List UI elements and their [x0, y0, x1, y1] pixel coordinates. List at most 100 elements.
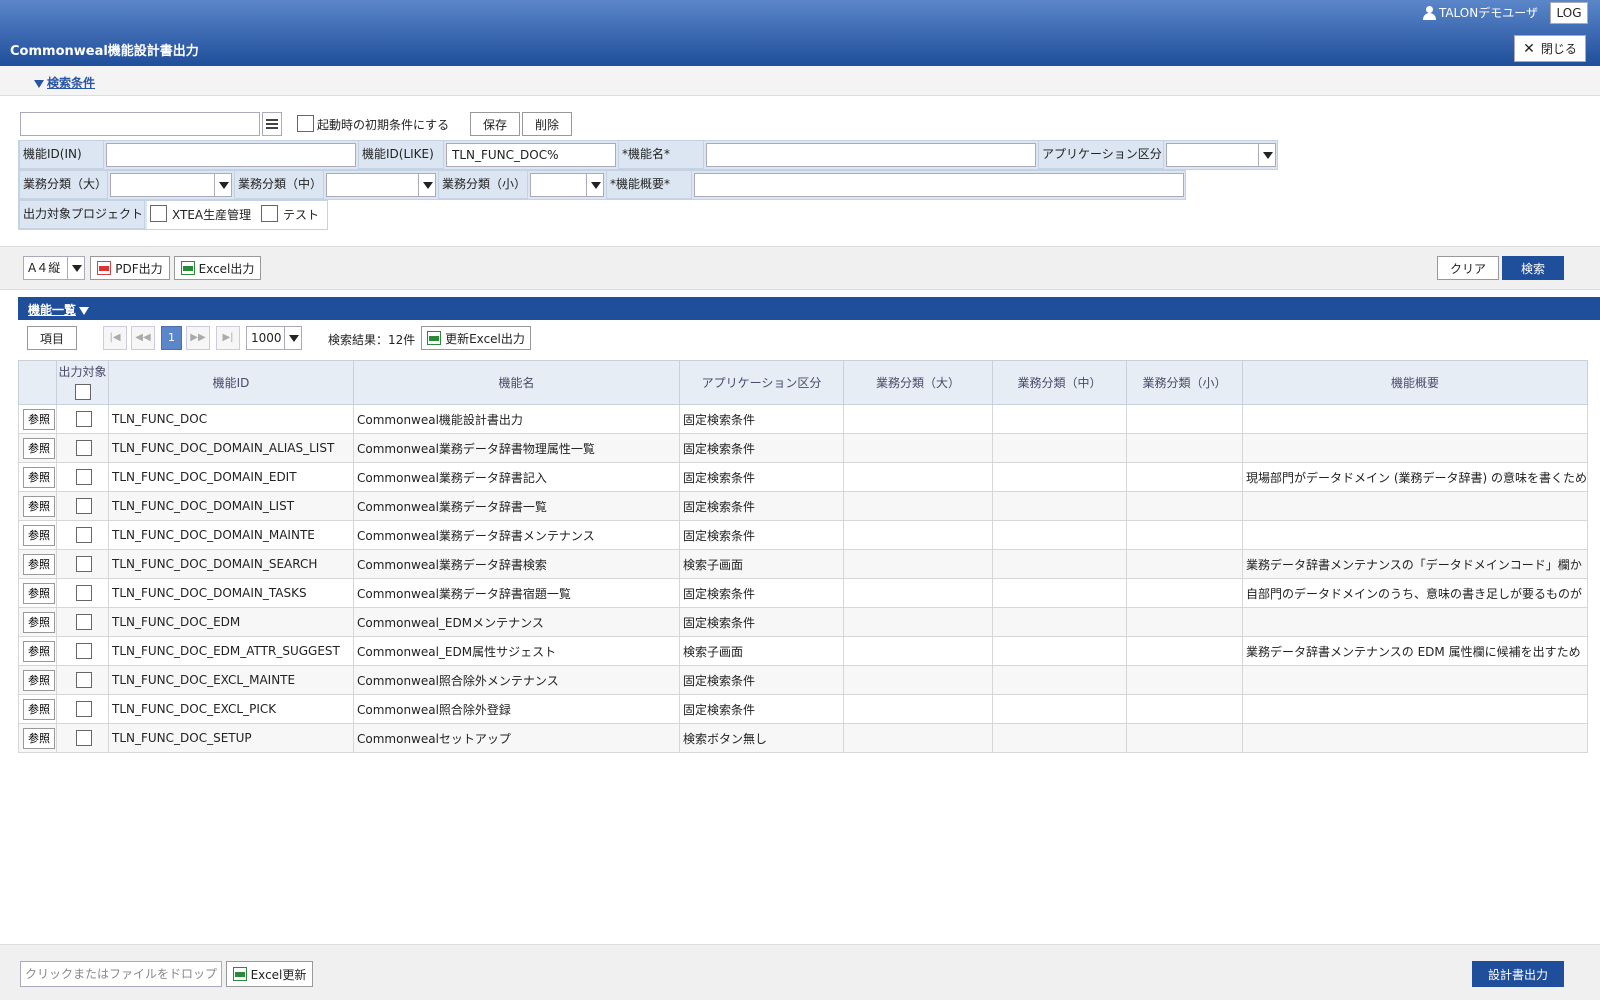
footer-bar: クリックまたはファイルをドロップ Excel更新 設計書出力 [0, 944, 1600, 1000]
func-name-cell: Commonweal業務データ辞書物理属性一覧 [353, 433, 680, 463]
app-class-cell: 固定検索条件 [679, 694, 844, 724]
first-page-icon[interactable]: |◀ [103, 326, 127, 350]
saved-condition-list-icon[interactable] [262, 112, 282, 136]
ref-button[interactable]: 参照 [23, 640, 55, 662]
output-cell [56, 694, 109, 724]
app-class-select[interactable] [1166, 143, 1276, 167]
chevron-down-icon [418, 174, 435, 196]
row-checkbox[interactable] [76, 701, 92, 717]
next-page-icon[interactable]: ▶▶ [186, 326, 210, 350]
summary-column-header[interactable]: 機能概要 [1242, 360, 1588, 405]
ref-button[interactable]: 参照 [23, 698, 55, 720]
pdf-output-button[interactable]: PDF出力 [90, 256, 170, 280]
row-checkbox[interactable] [76, 730, 92, 746]
close-label: 閉じる [1540, 42, 1577, 56]
row-checkbox[interactable] [76, 527, 92, 543]
summary-cell [1242, 694, 1588, 724]
row-checkbox[interactable] [76, 614, 92, 630]
func-id-in-input[interactable] [106, 143, 356, 167]
excel-output-button[interactable]: Excel出力 [174, 256, 261, 280]
row-checkbox[interactable] [76, 556, 92, 572]
row-checkbox[interactable] [76, 585, 92, 601]
ref-button[interactable]: 参照 [23, 466, 55, 488]
row-checkbox[interactable] [76, 469, 92, 485]
app-class-column-header[interactable]: アプリケーション区分 [679, 360, 844, 405]
func-id-cell: TLN_FUNC_DOC_DOMAIN_EDIT [108, 462, 354, 492]
row-checkbox[interactable] [76, 411, 92, 427]
row-checkbox[interactable] [76, 440, 92, 456]
prev-page-icon[interactable]: ◀◀ [131, 326, 155, 350]
delete-button[interactable]: 削除 [522, 112, 572, 136]
excel-icon [180, 261, 195, 275]
page-size-select[interactable]: 1000 [246, 326, 302, 350]
summary-cell [1242, 723, 1588, 753]
search-conditions-toggle[interactable]: 検索条件 [34, 74, 95, 91]
logout-button[interactable]: LOG [1550, 2, 1588, 24]
biz-mid-cell [992, 694, 1127, 724]
current-page[interactable]: 1 [161, 326, 182, 350]
last-page-icon[interactable]: ▶| [216, 326, 240, 350]
clear-button[interactable]: クリア [1437, 256, 1499, 280]
row-checkbox[interactable] [76, 672, 92, 688]
ref-button[interactable]: 参照 [23, 553, 55, 575]
collapse-triangle-icon [34, 79, 44, 88]
excel-icon [427, 331, 442, 345]
func-name-column-header[interactable]: 機能名 [353, 360, 680, 405]
result-count: 検索結果：12件 [328, 333, 416, 347]
biz-large-column-header[interactable]: 業務分類（大） [843, 360, 993, 405]
app-class-label: アプリケーション区分 [1038, 140, 1164, 169]
search-button[interactable]: 検索 [1502, 256, 1564, 280]
ref-button[interactable]: 参照 [23, 669, 55, 691]
output-column-header: 出力対象 [56, 360, 109, 405]
project-checkbox-xtea[interactable] [150, 205, 167, 222]
biz-small-select[interactable] [530, 173, 604, 197]
ref-button[interactable]: 参照 [23, 524, 55, 546]
ref-button[interactable]: 参照 [23, 495, 55, 517]
startup-default-checkbox[interactable] [297, 115, 314, 132]
func-id-cell: TLN_FUNC_DOC_EXCL_PICK [108, 694, 354, 724]
func-id-like-input[interactable]: TLN_FUNC_DOC% [446, 143, 616, 167]
func-id-cell: TLN_FUNC_DOC_EXCL_MAINTE [108, 665, 354, 695]
ref-cell: 参照 [18, 607, 57, 637]
ref-button[interactable]: 参照 [23, 611, 55, 633]
func-summary-label: *機能概要* [606, 170, 692, 199]
output-cell [56, 491, 109, 521]
function-list-toggle[interactable]: 機能一覧 [28, 301, 90, 318]
select-all-checkbox[interactable] [74, 384, 91, 400]
excel-update-button[interactable]: Excel更新 [226, 961, 313, 987]
biz-mid-column-header[interactable]: 業務分類（中） [992, 360, 1127, 405]
row-checkbox[interactable] [76, 643, 92, 659]
paper-size-select[interactable]: A４縦 [23, 256, 85, 280]
summary-cell: 業務データ辞書メンテナンスの EDM 属性欄に候補を出すため [1242, 636, 1588, 666]
output-cell [56, 723, 109, 753]
func-name-cell: Commonweal業務データ辞書一覧 [353, 491, 680, 521]
biz-mid-select[interactable] [326, 173, 436, 197]
close-button[interactable]: ✕ 閉じる [1514, 35, 1586, 62]
func-name-input[interactable] [706, 143, 1036, 167]
ref-button[interactable]: 参照 [23, 727, 55, 749]
func-id-column-header[interactable]: 機能ID [108, 360, 354, 405]
file-drop-zone[interactable]: クリックまたはファイルをドロップ [20, 961, 222, 987]
save-button[interactable]: 保存 [470, 112, 520, 136]
row-checkbox[interactable] [76, 498, 92, 514]
biz-large-select[interactable] [110, 173, 232, 197]
saved-condition-input[interactable] [20, 112, 260, 136]
chevron-down-icon [67, 257, 84, 279]
ref-button[interactable]: 参照 [23, 437, 55, 459]
app-class-cell: 検索子画面 [679, 549, 844, 579]
ref-button[interactable]: 参照 [23, 408, 55, 430]
func-name-label: *機能名* [618, 140, 704, 169]
action-toolbar: A４縦 PDF出力 Excel出力 クリア 検索 [0, 246, 1600, 290]
func-summary-input[interactable] [694, 173, 1184, 197]
project-checkbox-test[interactable] [261, 205, 278, 222]
columns-button[interactable]: 項目 [27, 326, 77, 350]
update-excel-output-button[interactable]: 更新Excel出力 [421, 326, 531, 350]
app-class-cell: 固定検索条件 [679, 520, 844, 550]
ref-button[interactable]: 参照 [23, 582, 55, 604]
ref-cell: 参照 [18, 549, 57, 579]
biz-small-column-header[interactable]: 業務分類（小） [1126, 360, 1243, 405]
func-id-like-label: 機能ID(LIKE) [358, 140, 444, 169]
output-cell [56, 636, 109, 666]
design-output-button[interactable]: 設計書出力 [1472, 961, 1564, 987]
func-name-cell: Commonwealセットアップ [353, 723, 680, 753]
